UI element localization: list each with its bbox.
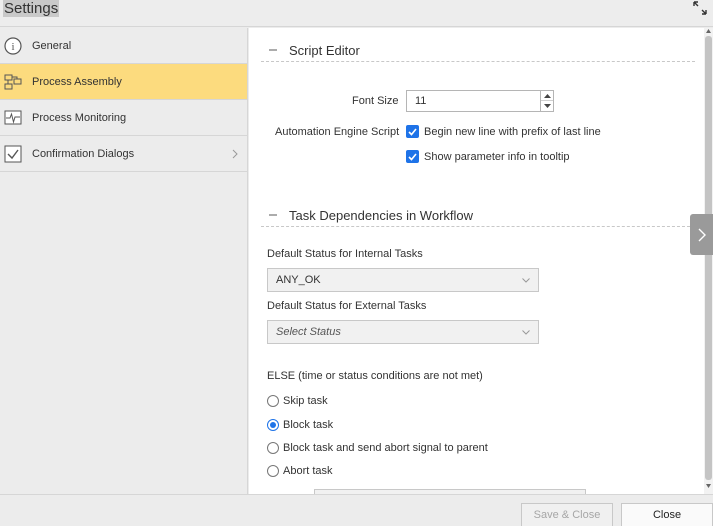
window-title: Settings [3,0,60,17]
stepper-up-button[interactable] [541,91,553,101]
block-task-abort-parent-radio[interactable]: Block task and send abort signal to pare… [267,442,488,454]
scrollbar-thumb[interactable] [705,36,712,480]
section-header-script-editor[interactable]: Script Editor [261,40,695,62]
sidebar-item-label: General [32,39,72,52]
section-header-task-dependencies[interactable]: Task Dependencies in Workflow [261,205,695,227]
begin-new-line-checkbox[interactable]: Begin new line with prefix of last line [406,125,601,138]
abort-task-radio[interactable]: Abort task [267,465,333,477]
radio-circle [267,395,279,407]
save-close-button[interactable]: Save & Close [521,503,613,526]
external-status-select[interactable]: Select Status [267,320,539,344]
caret-down-icon [543,104,551,108]
side-panel-toggle[interactable] [690,214,713,255]
chevron-right-icon [232,149,238,159]
font-size-stepper[interactable]: 11 [406,90,554,112]
checkbox-label: Show parameter info in tooltip [424,150,570,163]
internal-status-value: ANY_OK [276,274,321,286]
title-bar: Settings [0,0,713,27]
monitor-pulse-icon [3,108,23,128]
settings-sidebar: i General Process Assembly Process Monit… [0,28,248,494]
process-assembly-icon [3,72,23,92]
radio-circle [267,419,279,431]
else-label: ELSE (time or status conditions are not … [267,370,483,382]
radio-label: Block task [283,419,334,431]
chevron-down-icon [522,278,530,283]
chevron-right-icon [698,228,706,241]
external-status-label: Default Status for External Tasks [267,300,427,312]
chevron-down-icon [522,330,530,335]
sidebar-item-process-monitoring[interactable]: Process Monitoring [0,100,247,136]
block-task-radio[interactable]: Block task [267,419,333,431]
info-icon: i [3,36,23,56]
radio-label: Abort task [283,465,333,477]
external-status-placeholder: Select Status [276,326,341,338]
sidebar-item-confirmation-dialogs[interactable]: Confirmation Dialogs [0,136,247,172]
sidebar-item-process-assembly[interactable]: Process Assembly [0,64,247,100]
sidebar-item-label: Process Assembly [32,75,122,88]
section-title: Script Editor [289,43,360,58]
internal-status-label: Default Status for Internal Tasks [267,248,423,260]
stepper-down-button[interactable] [541,101,553,111]
radio-label: Skip task [283,395,328,407]
font-size-value: 11 [415,95,427,107]
radio-circle [267,465,279,477]
internal-status-select[interactable]: ANY_OK [267,268,539,292]
show-parameter-info-checkbox[interactable]: Show parameter info in tooltip [406,150,570,163]
scroll-up-icon[interactable] [706,29,711,33]
font-size-label: Font Size [352,95,399,107]
radio-circle [267,442,279,454]
close-button[interactable]: Close [621,503,713,526]
sidebar-item-label: Confirmation Dialogs [32,147,135,160]
expand-icon[interactable] [693,1,707,15]
ae-script-label: Automation Engine Script [275,126,400,138]
sidebar-item-general[interactable]: i General [0,28,247,64]
scroll-down-icon[interactable] [706,484,711,488]
checkmark-icon [406,150,419,163]
skip-task-radio[interactable]: Skip task [267,395,328,407]
caret-up-icon [543,93,551,98]
checkmark-icon [406,125,419,138]
radio-label: Block task and send abort signal to pare… [283,442,488,454]
section-title: Task Dependencies in Workflow [289,208,474,223]
content-scrollbar[interactable] [704,28,713,494]
collapse-triangle-icon [269,213,277,216]
settings-content: Script Editor Font Size 11 Automation En… [249,28,704,494]
checkbox-icon [3,144,23,164]
checkbox-label: Begin new line with prefix of last line [424,125,601,138]
dialog-footer: Save & Close Close [0,494,713,526]
sidebar-item-label: Process Monitoring [32,111,127,124]
collapse-triangle-icon [269,48,277,51]
svg-text:i: i [11,41,14,53]
